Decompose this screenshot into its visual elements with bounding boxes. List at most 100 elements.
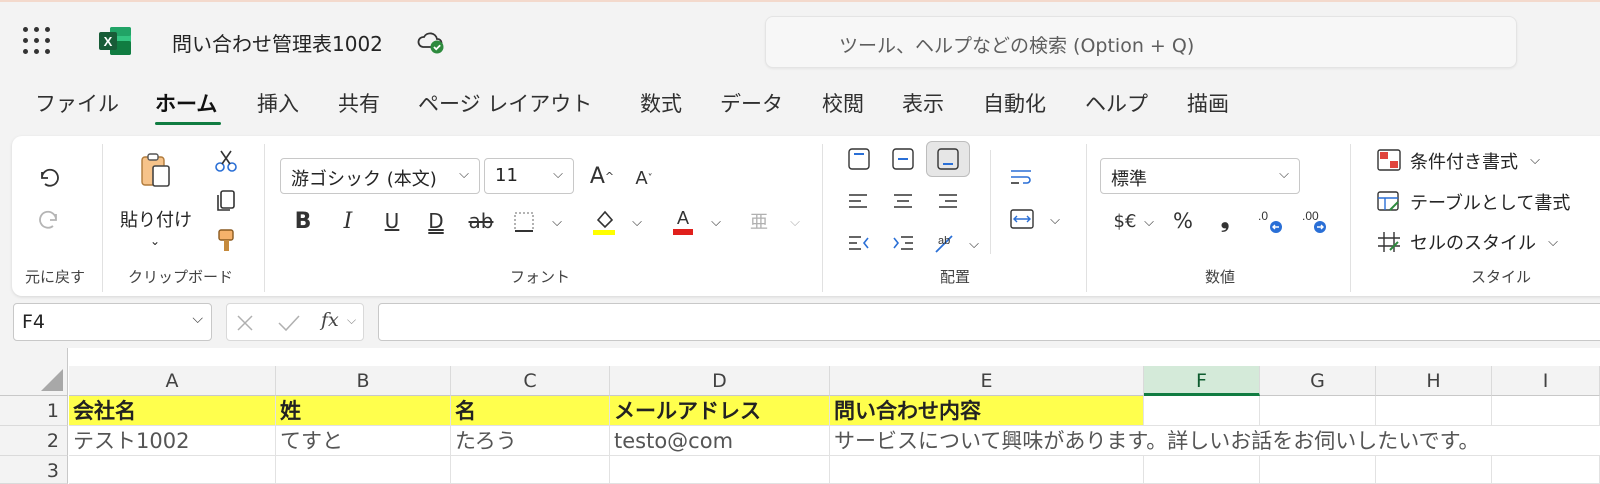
tab-automate[interactable]: 自動化 bbox=[983, 88, 1046, 118]
column-header-d[interactable]: D bbox=[610, 366, 830, 396]
double-underline-icon[interactable]: D bbox=[423, 208, 449, 234]
conditional-formatting-chevron[interactable]: ⌵ bbox=[1528, 150, 1542, 170]
decrease-decimal-icon[interactable]: .00 bbox=[1300, 206, 1330, 236]
select-all-corner[interactable] bbox=[0, 348, 68, 396]
column-header-e[interactable]: E bbox=[830, 366, 1144, 396]
cell-i1[interactable] bbox=[1492, 396, 1600, 426]
bold-icon[interactable]: B bbox=[290, 208, 316, 234]
merge-dropdown-chevron[interactable]: ⌵ bbox=[1048, 210, 1062, 230]
align-top-icon[interactable] bbox=[846, 146, 872, 172]
cell-h3[interactable] bbox=[1376, 456, 1492, 484]
decrease-indent-icon[interactable] bbox=[846, 230, 872, 256]
font-name-dropdown[interactable]: 游ゴシック (本文) ⌵ bbox=[280, 158, 480, 194]
format-as-table-label[interactable]: テーブルとして書式 bbox=[1410, 189, 1570, 215]
excel-logo-icon[interactable]: X bbox=[98, 26, 132, 56]
cancel-entry-icon[interactable] bbox=[235, 313, 255, 333]
name-box[interactable]: F4 ⌵ bbox=[13, 303, 212, 341]
tab-file[interactable]: ファイル bbox=[35, 88, 119, 118]
conditional-formatting-label[interactable]: 条件付き書式 bbox=[1410, 148, 1518, 174]
document-title[interactable]: 問い合わせ管理表1002 bbox=[172, 28, 383, 57]
strikethrough-icon[interactable]: ab bbox=[467, 208, 495, 234]
confirm-entry-icon[interactable] bbox=[277, 313, 301, 333]
cell-f3[interactable] bbox=[1144, 456, 1260, 484]
wrap-text-icon[interactable] bbox=[1008, 164, 1036, 190]
chevron-down-icon[interactable]: ⌵ bbox=[347, 313, 356, 328]
align-center-icon[interactable] bbox=[890, 188, 916, 214]
tab-view[interactable]: 表示 bbox=[902, 88, 944, 118]
cell-c1[interactable]: 名 bbox=[451, 396, 610, 426]
cell-c3[interactable] bbox=[451, 456, 610, 484]
increase-indent-icon[interactable] bbox=[890, 230, 916, 256]
row-header-3[interactable]: 3 bbox=[0, 456, 68, 484]
decrease-font-size-icon[interactable]: A ˅ bbox=[630, 164, 658, 192]
paste-icon[interactable] bbox=[139, 152, 173, 190]
format-as-table-icon[interactable] bbox=[1376, 190, 1402, 214]
redo-icon[interactable] bbox=[36, 206, 62, 232]
cell-b3[interactable] bbox=[276, 456, 451, 484]
paste-button-label[interactable]: 貼り付け bbox=[120, 206, 192, 232]
cell-d3[interactable] bbox=[610, 456, 830, 484]
insert-function-icon[interactable]: fx bbox=[321, 309, 339, 331]
accounting-format-icon[interactable]: $€ bbox=[1108, 208, 1142, 234]
cell-styles-icon[interactable] bbox=[1376, 230, 1402, 254]
cell-e2[interactable]: サービスについて興味があります。詳しいお話をお伺いしたいです。 bbox=[830, 426, 1600, 456]
fill-color-icon[interactable] bbox=[590, 206, 618, 236]
column-header-i[interactable]: I bbox=[1492, 366, 1600, 396]
tab-help[interactable]: ヘルプ bbox=[1085, 88, 1148, 118]
cell-e1[interactable]: 問い合わせ内容 bbox=[830, 396, 1144, 426]
font-color-dropdown-chevron[interactable]: ⌵ bbox=[709, 212, 723, 232]
align-bottom-button[interactable] bbox=[926, 141, 970, 177]
tab-home[interactable]: ホーム bbox=[155, 88, 217, 118]
column-header-b[interactable]: B bbox=[276, 366, 451, 396]
align-left-icon[interactable] bbox=[846, 188, 872, 214]
phonetic-dropdown-chevron[interactable]: ⌵ bbox=[788, 212, 802, 232]
tab-review[interactable]: 校閲 bbox=[822, 88, 864, 118]
cell-h1[interactable] bbox=[1376, 396, 1492, 426]
tab-data[interactable]: データ bbox=[720, 88, 783, 118]
column-header-f[interactable]: F bbox=[1144, 366, 1260, 396]
cell-i3[interactable] bbox=[1492, 456, 1600, 484]
column-header-a[interactable]: A bbox=[69, 366, 276, 396]
italic-icon[interactable]: I bbox=[335, 208, 361, 234]
cell-d1[interactable]: メールアドレス bbox=[610, 396, 830, 426]
cell-a3[interactable] bbox=[69, 456, 276, 484]
increase-decimal-icon[interactable]: .0 bbox=[1256, 206, 1286, 236]
number-format-dropdown[interactable]: 標準 ⌵ bbox=[1100, 158, 1300, 194]
search-box[interactable]: ツール、ヘルプなどの検索 (Option + Q) bbox=[765, 16, 1517, 68]
percent-style-icon[interactable]: % bbox=[1170, 208, 1196, 234]
cell-f1[interactable] bbox=[1144, 396, 1260, 426]
cell-d2[interactable]: testo@com bbox=[610, 426, 830, 456]
column-header-c[interactable]: C bbox=[451, 366, 610, 396]
tab-draw[interactable]: 描画 bbox=[1187, 88, 1229, 118]
comma-style-icon[interactable]: ❟ bbox=[1212, 206, 1238, 234]
increase-font-size-icon[interactable]: A ^ bbox=[588, 160, 616, 192]
tab-share[interactable]: 共有 bbox=[338, 88, 380, 118]
column-header-g[interactable]: G bbox=[1260, 366, 1376, 396]
font-color-icon[interactable]: A bbox=[670, 206, 696, 236]
cloud-saved-icon[interactable] bbox=[416, 29, 446, 55]
formula-input[interactable] bbox=[378, 303, 1600, 341]
column-header-h[interactable]: H bbox=[1376, 366, 1492, 396]
cell-b2[interactable]: てすと bbox=[276, 426, 451, 456]
cut-icon[interactable] bbox=[214, 148, 238, 174]
tab-insert[interactable]: 挿入 bbox=[257, 88, 299, 118]
cell-g3[interactable] bbox=[1260, 456, 1376, 484]
phonetic-guide-icon[interactable]: 亜 bbox=[746, 204, 772, 238]
row-header-2[interactable]: 2 bbox=[0, 426, 68, 456]
conditional-formatting-icon[interactable] bbox=[1376, 148, 1402, 172]
row-header-1[interactable]: 1 bbox=[0, 396, 68, 426]
accounting-dropdown-chevron[interactable]: ⌵ bbox=[1142, 212, 1156, 232]
format-painter-icon[interactable] bbox=[214, 228, 238, 254]
cell-c2[interactable]: たろう bbox=[451, 426, 610, 456]
tab-page-layout[interactable]: ページ レイアウト bbox=[418, 88, 592, 118]
align-middle-icon[interactable] bbox=[890, 146, 916, 172]
cell-a1[interactable]: 会社名 bbox=[69, 396, 276, 426]
undo-icon[interactable] bbox=[36, 164, 62, 190]
borders-dropdown-chevron[interactable]: ⌵ bbox=[550, 212, 564, 232]
borders-icon[interactable] bbox=[512, 210, 536, 234]
cell-styles-chevron[interactable]: ⌵ bbox=[1546, 232, 1560, 252]
paste-dropdown-chevron[interactable]: ⌄ bbox=[150, 234, 160, 248]
cell-b1[interactable]: 姓 bbox=[276, 396, 451, 426]
underline-icon[interactable]: U bbox=[379, 208, 405, 234]
tab-formulas[interactable]: 数式 bbox=[640, 88, 682, 118]
